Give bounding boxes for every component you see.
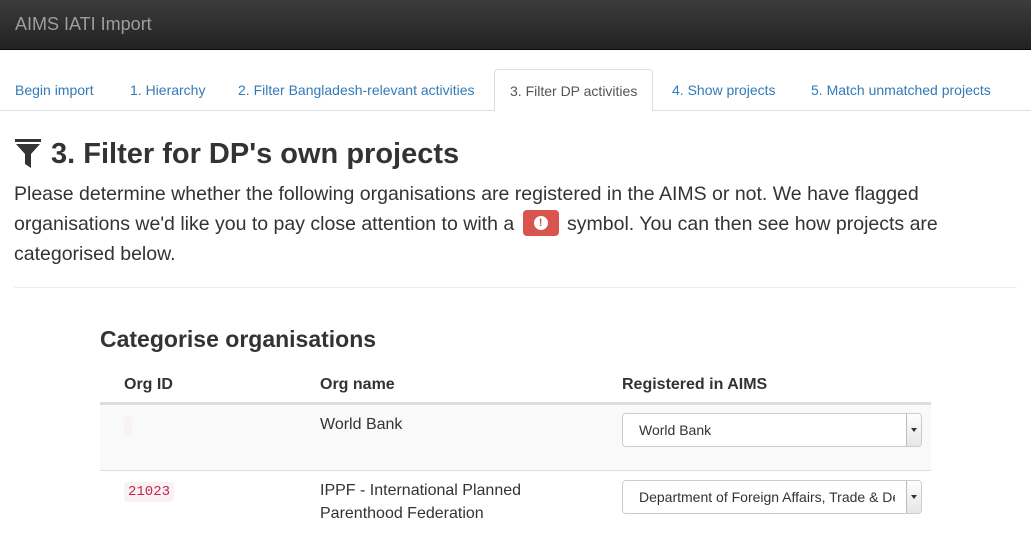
column-header-registered: Registered in AIMS xyxy=(622,376,768,393)
select-value: World Bank xyxy=(639,422,712,438)
import-steps-tabs: Begin import 1. Hierarchy 2. Filter Bang… xyxy=(0,69,1031,112)
column-header-org-id: Org ID xyxy=(124,376,173,393)
org-id-code: 21023 xyxy=(124,482,175,502)
tab-show-projects[interactable]: 4. Show projects xyxy=(657,69,791,111)
flag-badge: ! xyxy=(522,209,559,236)
tab-filter-bangladesh[interactable]: 2. Filter Bangladesh-relevant activities xyxy=(223,69,490,111)
registered-in-aims-select[interactable]: Department of Foreign Affairs, Trade & D… xyxy=(622,480,922,514)
page-title: 3. Filter for DP's own projects xyxy=(51,138,460,170)
select-value: Department of Foreign Affairs, Trade & D… xyxy=(639,489,895,505)
org-name: IPPF - International Planned Parenthood … xyxy=(320,482,522,522)
app-title[interactable]: AIMS IATI Import xyxy=(15,14,152,34)
table-header: Org ID Org name Registered in AIMS xyxy=(100,366,931,404)
section-title: Categorise organisations xyxy=(100,326,377,352)
organisations-table: Org ID Org name Registered in AIMS World… xyxy=(100,366,931,534)
registered-in-aims-select[interactable]: World Bank xyxy=(622,413,922,447)
tab-begin-import[interactable]: Begin import xyxy=(0,69,109,111)
exclamation-circle-icon: ! xyxy=(533,215,548,230)
filter-icon xyxy=(15,139,41,168)
table-row: World Bank World Bank xyxy=(100,404,931,470)
column-header-org-name: Org name xyxy=(320,376,395,393)
divider xyxy=(14,287,1017,288)
org-name: World Bank xyxy=(320,416,403,433)
chevron-down-icon xyxy=(906,481,921,513)
org-id-code xyxy=(124,415,132,435)
intro-paragraph: Please determine whether the following o… xyxy=(14,179,1014,269)
tab-match-unmatched[interactable]: 5. Match unmatched projects xyxy=(796,69,1006,111)
tab-hierarchy[interactable]: 1. Hierarchy xyxy=(115,69,220,111)
table-row: 21023 IPPF - International Planned Paren… xyxy=(100,470,931,534)
chevron-down-icon xyxy=(906,414,921,446)
page-heading: 3. Filter for DP's own projects xyxy=(15,134,459,174)
tab-filter-dp-activities[interactable]: 3. Filter DP activities xyxy=(494,69,654,112)
top-navbar: AIMS IATI Import xyxy=(0,0,1031,50)
